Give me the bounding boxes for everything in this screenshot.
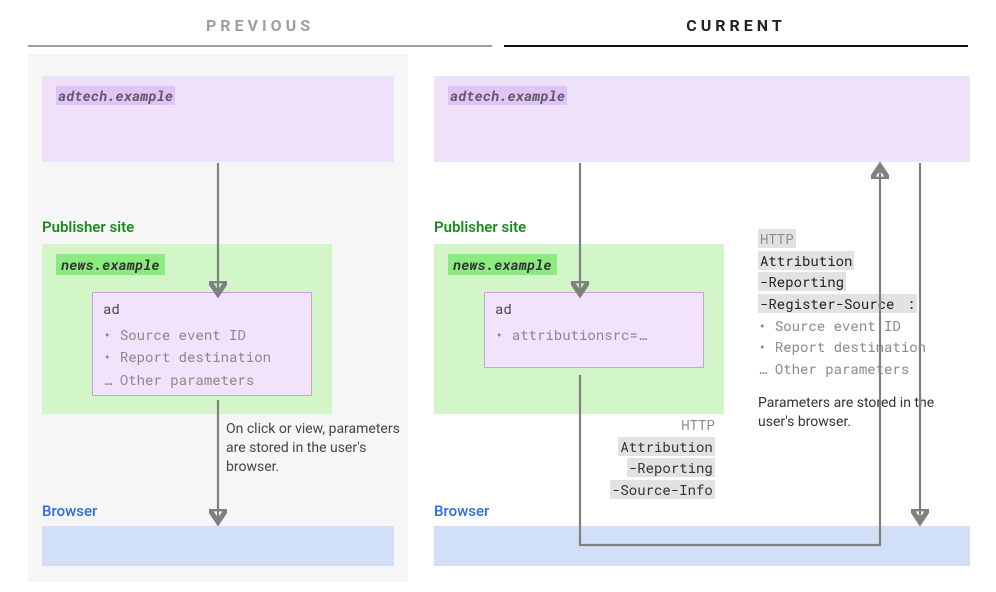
http-line: Attribution (610, 436, 715, 458)
header-current: CURRENT (504, 16, 968, 47)
publisher-box-previous: news.example ad Source event ID Report d… (42, 244, 332, 414)
publisher-domain: news.example (56, 254, 165, 275)
http-header: HTTP (610, 414, 715, 436)
adtech-bar-previous: adtech.example (42, 76, 394, 162)
browser-title: Browser (42, 502, 97, 520)
current-annotation: Parameters are stored in the user's brow… (758, 394, 968, 432)
header-row: PREVIOUS CURRENT (28, 16, 968, 47)
http-line: -Reporting (758, 271, 968, 293)
ad-label: ad (103, 299, 301, 318)
ad-box-previous: ad Source event ID Report destination Ot… (92, 292, 312, 396)
publisher-title: Publisher site (434, 218, 526, 236)
adtech-bar-current: adtech.example (434, 76, 970, 162)
http-line: -Source-Info (610, 479, 715, 501)
header-previous: PREVIOUS (28, 16, 492, 47)
browser-title: Browser (434, 502, 489, 520)
adtech-label: adtech.example (448, 86, 567, 105)
http-source-info: HTTP Attribution -Reporting -Source-Info (610, 414, 715, 501)
panel-previous: adtech.example Publisher site news.examp… (28, 54, 408, 582)
ad-line: attributionsrc=… (495, 324, 693, 346)
adtech-label: adtech.example (56, 86, 175, 105)
browser-bar-previous (42, 526, 394, 566)
param-line: Source event ID (758, 315, 968, 337)
param-line: Report destination (758, 336, 968, 358)
http-line: -Reporting (610, 457, 715, 479)
param-line: Other parameters (758, 358, 968, 380)
http-header: HTTP (758, 228, 968, 250)
http-register-source: HTTP Attribution -Reporting -Register-So… (758, 228, 968, 432)
browser-bar-current (434, 526, 970, 566)
ad-box-current: ad attributionsrc=… (484, 292, 704, 368)
previous-annotation: On click or view, parameters are stored … (226, 420, 400, 477)
publisher-domain: news.example (448, 254, 557, 275)
ad-line: Report destination (103, 346, 301, 368)
ad-line: Other parameters (103, 369, 301, 391)
publisher-box-current: news.example ad attributionsrc=… (434, 244, 724, 414)
panel-current: adtech.example Publisher site news.examp… (420, 54, 800, 582)
ad-line: Source event ID (103, 324, 301, 346)
ad-label: ad (495, 299, 693, 318)
http-params: Source event ID Report destination Other… (758, 315, 968, 380)
publisher-title: Publisher site (42, 218, 134, 236)
http-line: -Register-Source : (758, 293, 968, 315)
http-line: Attribution (758, 250, 968, 272)
